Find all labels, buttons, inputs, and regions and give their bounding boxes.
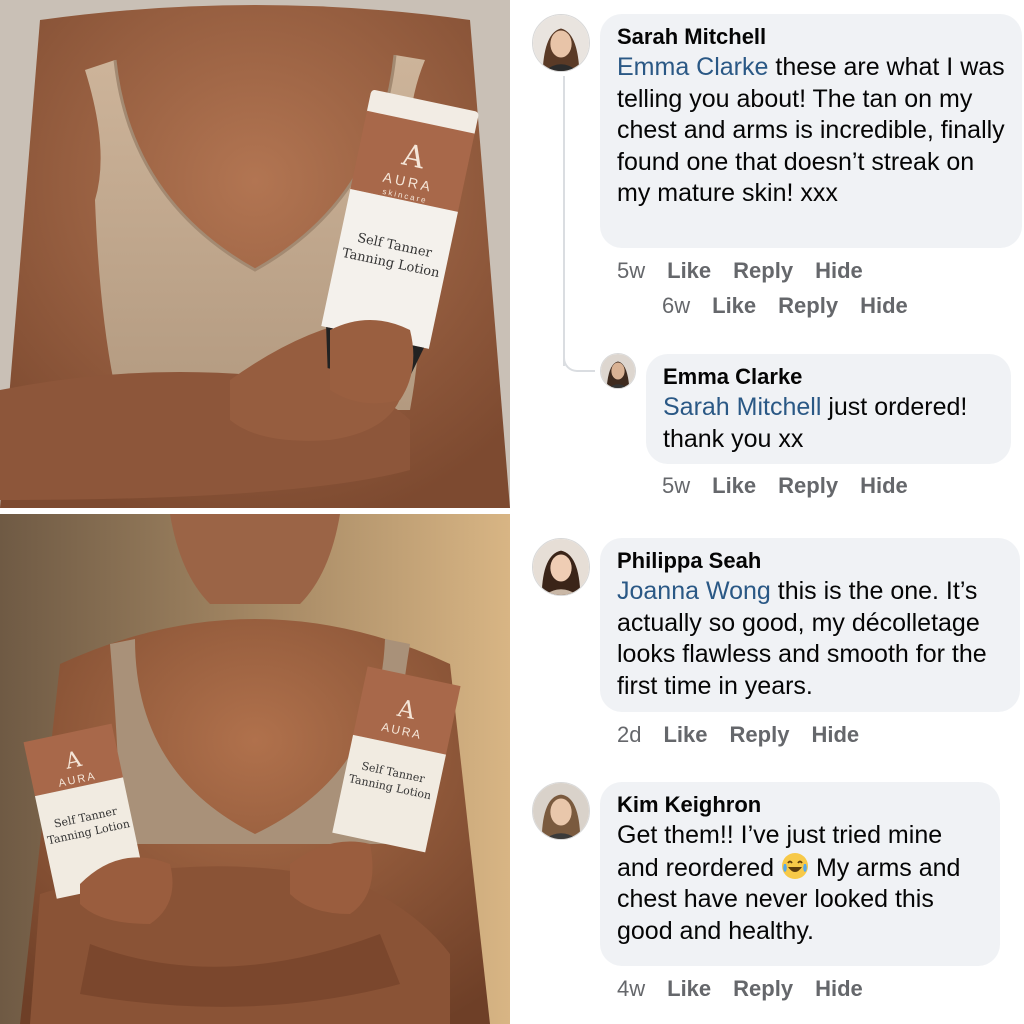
reply-button[interactable]: Reply bbox=[733, 976, 793, 1002]
comment-bubble: Sarah Mitchell Emma Clarke these are wha… bbox=[600, 14, 1022, 248]
avatar-kim-keighron[interactable] bbox=[532, 782, 590, 840]
hide-button[interactable]: Hide bbox=[815, 258, 863, 284]
mention-link[interactable]: Emma Clarke bbox=[617, 53, 768, 81]
comment-actions: 5w Like Reply Hide bbox=[617, 258, 863, 284]
comment-bubble: Kim Keighron Get them!! I’ve just tried … bbox=[600, 782, 1000, 966]
reply-button[interactable]: Reply bbox=[778, 293, 838, 319]
mention-link[interactable]: Sarah Mitchell bbox=[663, 393, 821, 421]
mention-link[interactable]: Joanna Wong bbox=[617, 577, 771, 605]
comment-author[interactable]: Sarah Mitchell bbox=[617, 24, 1008, 50]
reply-button[interactable]: Reply bbox=[778, 473, 838, 499]
avatar-philippa-seah[interactable] bbox=[532, 538, 590, 596]
hide-button[interactable]: Hide bbox=[860, 473, 908, 499]
like-button[interactable]: Like bbox=[712, 473, 756, 499]
comment-timestamp: 6w bbox=[662, 293, 691, 318]
product-photo-bottom: A AURA Self Tanner Tanning Lotion A AURA… bbox=[0, 514, 510, 1024]
hide-button[interactable]: Hide bbox=[815, 976, 863, 1002]
avatar-sarah-mitchell[interactable] bbox=[532, 14, 590, 72]
comment-actions-secondary: 6w Like Reply Hide bbox=[662, 293, 908, 319]
comment-text: Sarah Mitchell just ordered! thank you x… bbox=[663, 393, 968, 453]
hide-button[interactable]: Hide bbox=[811, 722, 859, 748]
like-button[interactable]: Like bbox=[667, 258, 711, 284]
reply-button[interactable]: Reply bbox=[733, 258, 793, 284]
like-button[interactable]: Like bbox=[712, 293, 756, 319]
hide-button[interactable]: Hide bbox=[860, 293, 908, 319]
comment-timestamp: 5w bbox=[662, 473, 691, 498]
comment-text: Joanna Wong this is the one. It’s actual… bbox=[617, 577, 987, 700]
thread-line bbox=[563, 76, 565, 366]
comment-author[interactable]: Kim Keighron bbox=[617, 792, 986, 818]
comment-author[interactable]: Emma Clarke bbox=[663, 364, 997, 390]
comment-actions: 4w Like Reply Hide bbox=[617, 976, 863, 1002]
reply-button[interactable]: Reply bbox=[730, 722, 790, 748]
product-photo-top: A AURA skincare Self Tanner Tanning Loti… bbox=[0, 0, 510, 508]
comment-timestamp: 4w bbox=[617, 976, 646, 1001]
laughing-crying-emoji-icon bbox=[782, 852, 809, 879]
like-button[interactable]: Like bbox=[667, 976, 711, 1002]
comment-actions: 2d Like Reply Hide bbox=[617, 722, 859, 748]
avatar-emma-clarke[interactable] bbox=[600, 353, 636, 389]
comment-author[interactable]: Philippa Seah bbox=[617, 548, 1006, 574]
comment-bubble: Emma Clarke Sarah Mitchell just ordered!… bbox=[646, 354, 1011, 464]
comment-actions: 5w Like Reply Hide bbox=[662, 473, 908, 499]
comment-timestamp: 2d bbox=[617, 722, 642, 747]
thread-reply-connector bbox=[563, 340, 595, 372]
comment-bubble: Philippa Seah Joanna Wong this is the on… bbox=[600, 538, 1020, 712]
comment-timestamp: 5w bbox=[617, 258, 646, 283]
comment-text: Emma Clarke these are what I was telling… bbox=[617, 53, 1005, 207]
like-button[interactable]: Like bbox=[663, 722, 707, 748]
comment-text: Get them!! I’ve just tried mine and reor… bbox=[617, 821, 961, 945]
